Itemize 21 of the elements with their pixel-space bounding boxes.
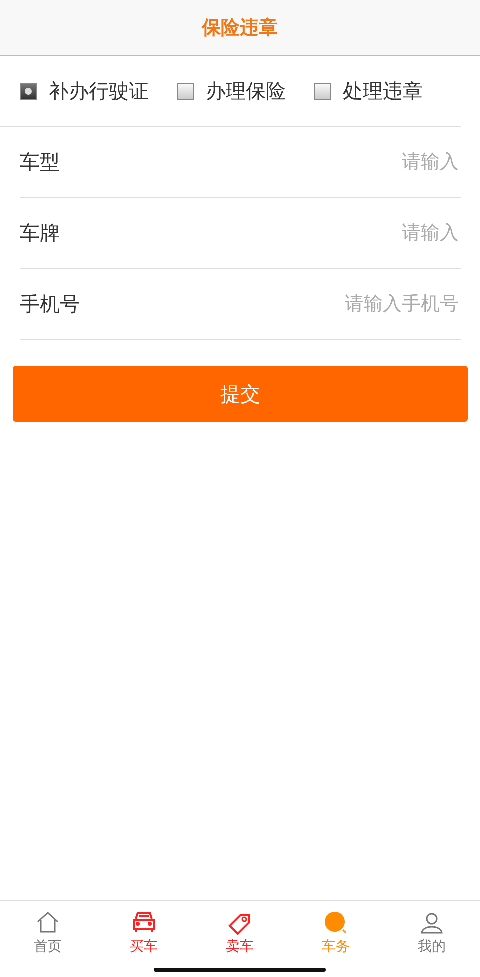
input-field[interactable]: 请输入手机号 <box>80 292 461 316</box>
submit-button[interactable]: 提交 <box>13 366 468 422</box>
page-title: 保险违章 <box>202 16 278 40</box>
circle-icon <box>323 910 349 936</box>
checkbox[interactable] <box>314 82 331 100</box>
input-field[interactable]: 请输入 <box>60 221 461 245</box>
field-label: 手机号 <box>20 290 80 318</box>
tab[interactable]: 车务 <box>288 901 384 965</box>
tab[interactable]: 卖车 <box>192 901 288 965</box>
field-label: 车型 <box>20 148 60 176</box>
tab[interactable]: 我的 <box>384 901 480 965</box>
field-label: 车牌 <box>20 220 60 246</box>
checkbox[interactable] <box>20 82 37 100</box>
checkbox[interactable] <box>177 82 194 100</box>
option-label: 处理违章 <box>343 78 423 104</box>
house-icon <box>35 910 61 936</box>
tab[interactable]: 买车 <box>96 901 192 965</box>
option-label: 办理保险 <box>206 78 286 104</box>
tab[interactable]: 首页 <box>0 901 96 965</box>
input-field[interactable]: 请输入 <box>60 150 461 174</box>
option-label: 补办行驶证 <box>49 78 149 104</box>
